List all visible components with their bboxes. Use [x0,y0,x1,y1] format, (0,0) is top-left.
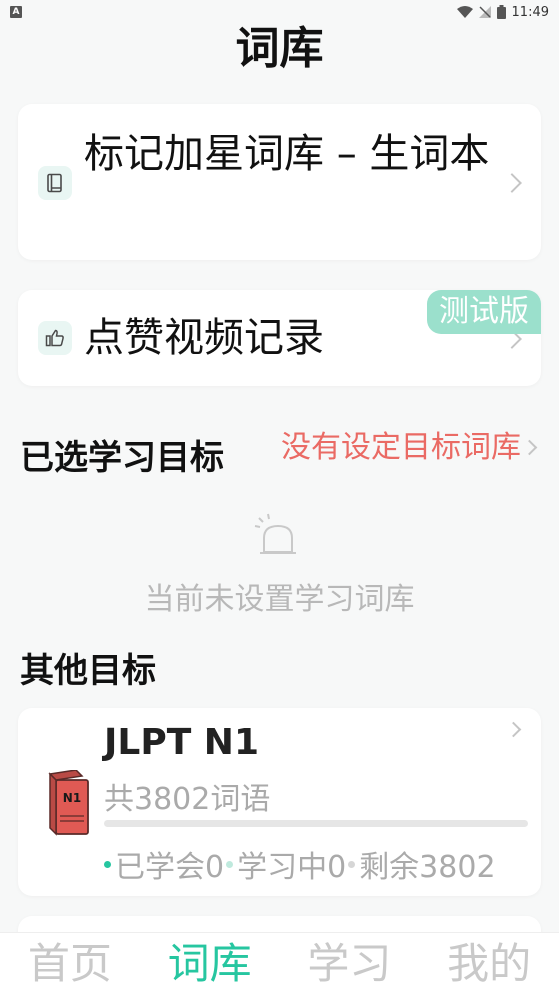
status-bar: A 11:49 [0,0,559,24]
thumbs-up-icon [38,321,72,355]
jlpt-n1-card[interactable]: N1 JLPT N1 共3802词语 已学会0 学习中0 剩余3802 [18,708,541,896]
no-signal-icon [478,6,491,18]
beta-badge: 测试版 [427,290,541,334]
liked-videos-card[interactable]: 点赞视频记录 测试版 [18,290,541,386]
n1-stats: 已学会0 学习中0 剩余3802 [104,842,496,886]
starred-vocab-label: 标记加星词库 – 生词本 [84,131,490,177]
book-label: N1 [63,791,81,805]
screen: A 11:49 词库 标记加星词库 – 生词本 点赞视频记录 测试版 已选学习目… [0,0,559,993]
chevron-right-icon [502,173,522,193]
nav-study[interactable]: 学习 [307,933,391,993]
bottom-nav: 首页 词库 学习 我的 [0,932,559,993]
alarm-icon [254,513,296,554]
book-icon [38,166,72,200]
status-left: A [10,6,22,18]
nav-home[interactable]: 首页 [28,933,112,993]
page-title: 词库 [235,23,324,74]
learning-dot [226,860,234,868]
remaining-count: 剩余3802 [359,850,496,885]
battery-icon [496,5,506,19]
n1-word-count: 共3802词语 [104,782,271,817]
chevron-right-icon [521,439,538,456]
nav-vocab[interactable]: 词库 [168,933,252,993]
remaining-dot [348,860,356,868]
set-target-link[interactable]: 没有设定目标词库 [281,426,521,470]
other-target-title: 其他目标 [20,651,156,691]
wifi-icon [456,6,473,18]
empty-state-text: 当前未设置学习词库 [144,582,415,617]
starred-vocab-card[interactable]: 标记加星词库 – 生词本 [18,104,541,260]
status-right: 11:49 [456,4,549,20]
red-book-icon: N1 [48,770,89,836]
learned-count: 已学会0 [115,850,225,885]
status-time: 11:49 [511,4,549,20]
learning-count: 学习中0 [237,850,347,885]
notification-a-icon: A [10,6,22,18]
chevron-right-icon [505,721,522,738]
selected-target-title: 已选学习目标 [20,438,224,478]
progress-bar [104,820,528,827]
nav-me[interactable]: 我的 [447,933,531,993]
learned-dot [104,860,111,868]
n1-title: JLPT N1 [104,722,259,763]
